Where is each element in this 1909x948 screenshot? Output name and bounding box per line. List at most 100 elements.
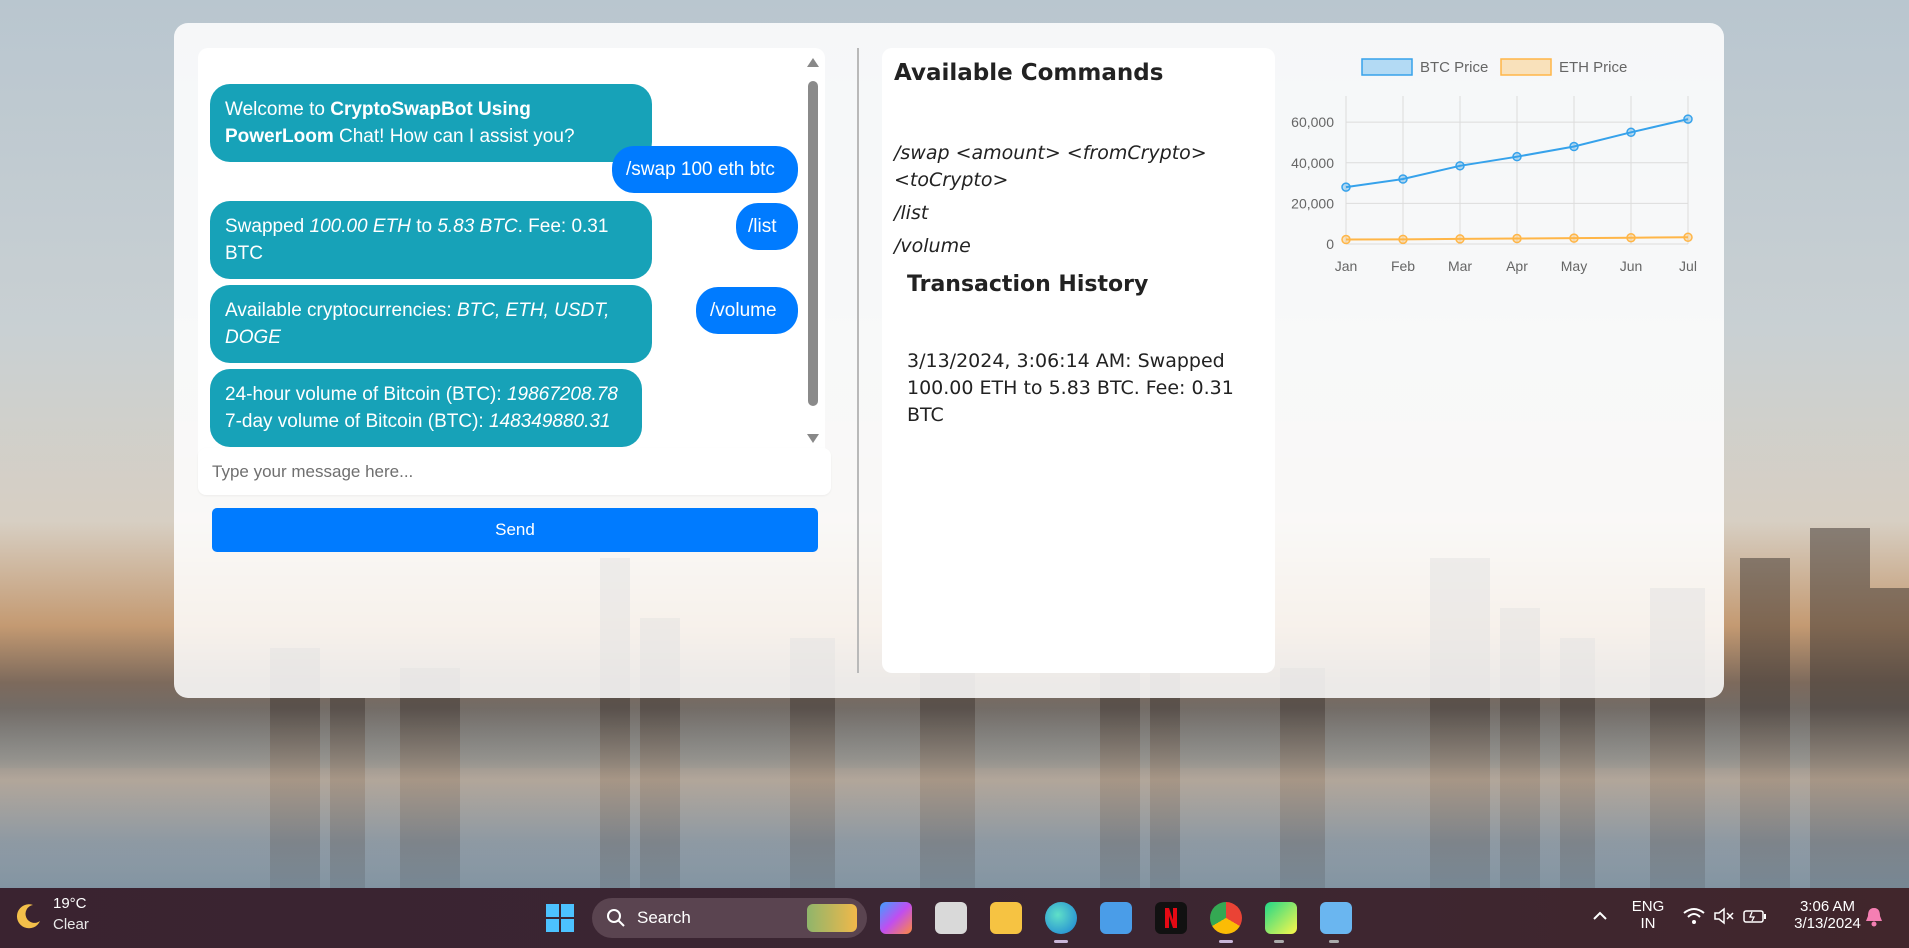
legend-swatch xyxy=(1500,58,1552,76)
x-tick-label: Jun xyxy=(1620,258,1643,274)
volume-24h-value: 19867208.78 xyxy=(506,384,618,405)
notepad-indicator xyxy=(1329,940,1339,943)
clock-date: 3/13/2024 xyxy=(1794,915,1861,932)
search-label: Search xyxy=(637,908,691,927)
user-message-volume: /volume xyxy=(696,287,798,334)
message-text: 24-hour volume of Bitcoin (BTC): xyxy=(225,384,507,405)
legend-label: ETH Price xyxy=(1559,59,1627,76)
x-tick-label: Apr xyxy=(1506,258,1528,274)
edge-icon[interactable] xyxy=(1045,902,1077,934)
message-text: /swap 100 eth btc xyxy=(626,159,775,180)
user-message-swap: /swap 100 eth btc xyxy=(612,146,798,193)
bot-message-welcome: Welcome to CryptoSwapBot Using PowerLoom… xyxy=(210,84,652,162)
chevron-up-icon[interactable] xyxy=(1590,906,1610,930)
taskbar-search[interactable]: Search xyxy=(592,898,867,938)
x-tick-label: Jan xyxy=(1335,258,1358,274)
data-point xyxy=(1398,174,1408,184)
scroll-thumb[interactable] xyxy=(808,81,818,406)
command-list: /list xyxy=(894,202,929,224)
search-icon xyxy=(607,909,625,927)
y-tick-label: 20,000 xyxy=(1291,195,1334,211)
data-point xyxy=(1512,233,1522,244)
taskbar: 19°C Clear Search ENG IN 3:06 AM 3/13/20… xyxy=(0,888,1909,948)
user-message-list: /list xyxy=(736,203,798,250)
x-tick-label: May xyxy=(1561,258,1587,274)
message-text: to xyxy=(410,216,438,237)
scroll-down-arrow-icon[interactable] xyxy=(807,434,819,443)
chrome-indicator xyxy=(1219,940,1233,943)
data-point xyxy=(1341,182,1351,192)
y-tick-label: 40,000 xyxy=(1291,155,1334,171)
region-code: IN xyxy=(1640,915,1656,932)
background-haze xyxy=(0,708,1909,888)
data-point xyxy=(1398,234,1408,245)
price-chart: 0 20,000 40,000 60,000 Jan Feb Mar Apr May Jun Jul… xyxy=(1291,58,1697,274)
notepad-icon[interactable] xyxy=(1320,902,1352,934)
commands-title: Available Commands xyxy=(894,60,1164,86)
y-tick-label: 0 xyxy=(1326,236,1334,252)
bot-message-list-result: Available cryptocurrencies: BTC, ETH, US… xyxy=(210,285,652,363)
message-text: Available cryptocurrencies: xyxy=(225,300,457,321)
volume-7d-value: 148349880.31 xyxy=(488,411,611,432)
data-point xyxy=(1455,161,1465,171)
language-indicator[interactable]: ENG IN xyxy=(1630,898,1666,932)
data-point xyxy=(1569,141,1579,152)
app-window: Welcome to CryptoSwapBot Using PowerLoom… xyxy=(174,23,1724,698)
weather-temperature[interactable]: 19°C xyxy=(53,895,87,912)
weather-condition[interactable]: Clear xyxy=(53,916,89,933)
history-title: Transaction History xyxy=(907,272,1149,297)
notification-bell-icon[interactable] xyxy=(1864,906,1884,932)
chat-panel: Welcome to CryptoSwapBot Using PowerLoom… xyxy=(198,48,825,468)
command-swap: /swap <amount> <fromCrypto> <toCrypto> xyxy=(894,142,1207,191)
data-point xyxy=(1569,233,1579,243)
scroll-up-arrow-icon[interactable] xyxy=(807,58,819,67)
search-highlight-icon xyxy=(807,904,857,932)
copilot-icon[interactable] xyxy=(880,902,912,934)
x-tick-label: Jul xyxy=(1679,258,1697,274)
pycharm-icon[interactable] xyxy=(1265,902,1297,934)
task-view-icon[interactable] xyxy=(935,902,967,934)
chat-messages: Welcome to CryptoSwapBot Using PowerLoom… xyxy=(198,48,808,468)
data-point xyxy=(1626,232,1636,243)
message-text: /list xyxy=(748,216,777,237)
swap-amount-to: 5.83 BTC xyxy=(437,216,518,237)
windows-start-icon[interactable] xyxy=(545,903,575,937)
legend-label: BTC Price xyxy=(1420,59,1488,76)
netflix-icon[interactable] xyxy=(1155,902,1187,934)
store-icon[interactable] xyxy=(1100,902,1132,934)
data-point xyxy=(1626,127,1636,138)
message-text: Welcome to xyxy=(225,99,331,120)
data-point xyxy=(1455,234,1465,244)
language-code: ENG xyxy=(1631,898,1665,915)
edge-active-indicator xyxy=(1054,940,1068,943)
swap-amount-from: 100.00 ETH xyxy=(309,216,411,237)
moon-weather-icon[interactable] xyxy=(14,901,44,935)
chat-scrollbar[interactable] xyxy=(806,53,820,443)
message-input[interactable] xyxy=(198,448,831,495)
data-point xyxy=(1341,234,1351,245)
panel-divider xyxy=(857,48,859,673)
bot-message-swap-result: Swapped 100.00 ETH to 5.83 BTC. Fee: 0.3… xyxy=(210,201,652,279)
data-point xyxy=(1683,114,1693,124)
message-text: /volume xyxy=(710,300,777,321)
chrome-icon[interactable] xyxy=(1210,902,1242,934)
message-text: Swapped xyxy=(225,216,310,237)
clock[interactable]: 3:06 AM 3/13/2024 xyxy=(1780,898,1875,932)
volume-muted-icon[interactable] xyxy=(1713,907,1735,929)
legend-swatch xyxy=(1361,58,1413,76)
file-explorer-icon[interactable] xyxy=(990,902,1022,934)
wifi-icon[interactable] xyxy=(1683,907,1705,929)
history-entry: 3/13/2024, 3:06:14 AM: Swapped 100.00 ET… xyxy=(907,350,1234,426)
data-point xyxy=(1683,232,1693,243)
message-text: Chat! How can I assist you? xyxy=(333,126,575,147)
x-tick-label: Mar xyxy=(1448,258,1472,274)
message-text: 7-day volume of Bitcoin (BTC): xyxy=(225,411,489,432)
command-volume: /volume xyxy=(894,235,971,257)
data-point xyxy=(1512,151,1522,162)
x-tick-label: Feb xyxy=(1391,258,1415,274)
clock-time: 3:06 AM xyxy=(1799,898,1856,915)
battery-icon[interactable] xyxy=(1743,907,1767,929)
send-button[interactable]: Send xyxy=(212,508,818,552)
side-panel: Available Commands /swap <amount> <fromC… xyxy=(882,48,1275,673)
pycharm-indicator xyxy=(1274,940,1284,943)
